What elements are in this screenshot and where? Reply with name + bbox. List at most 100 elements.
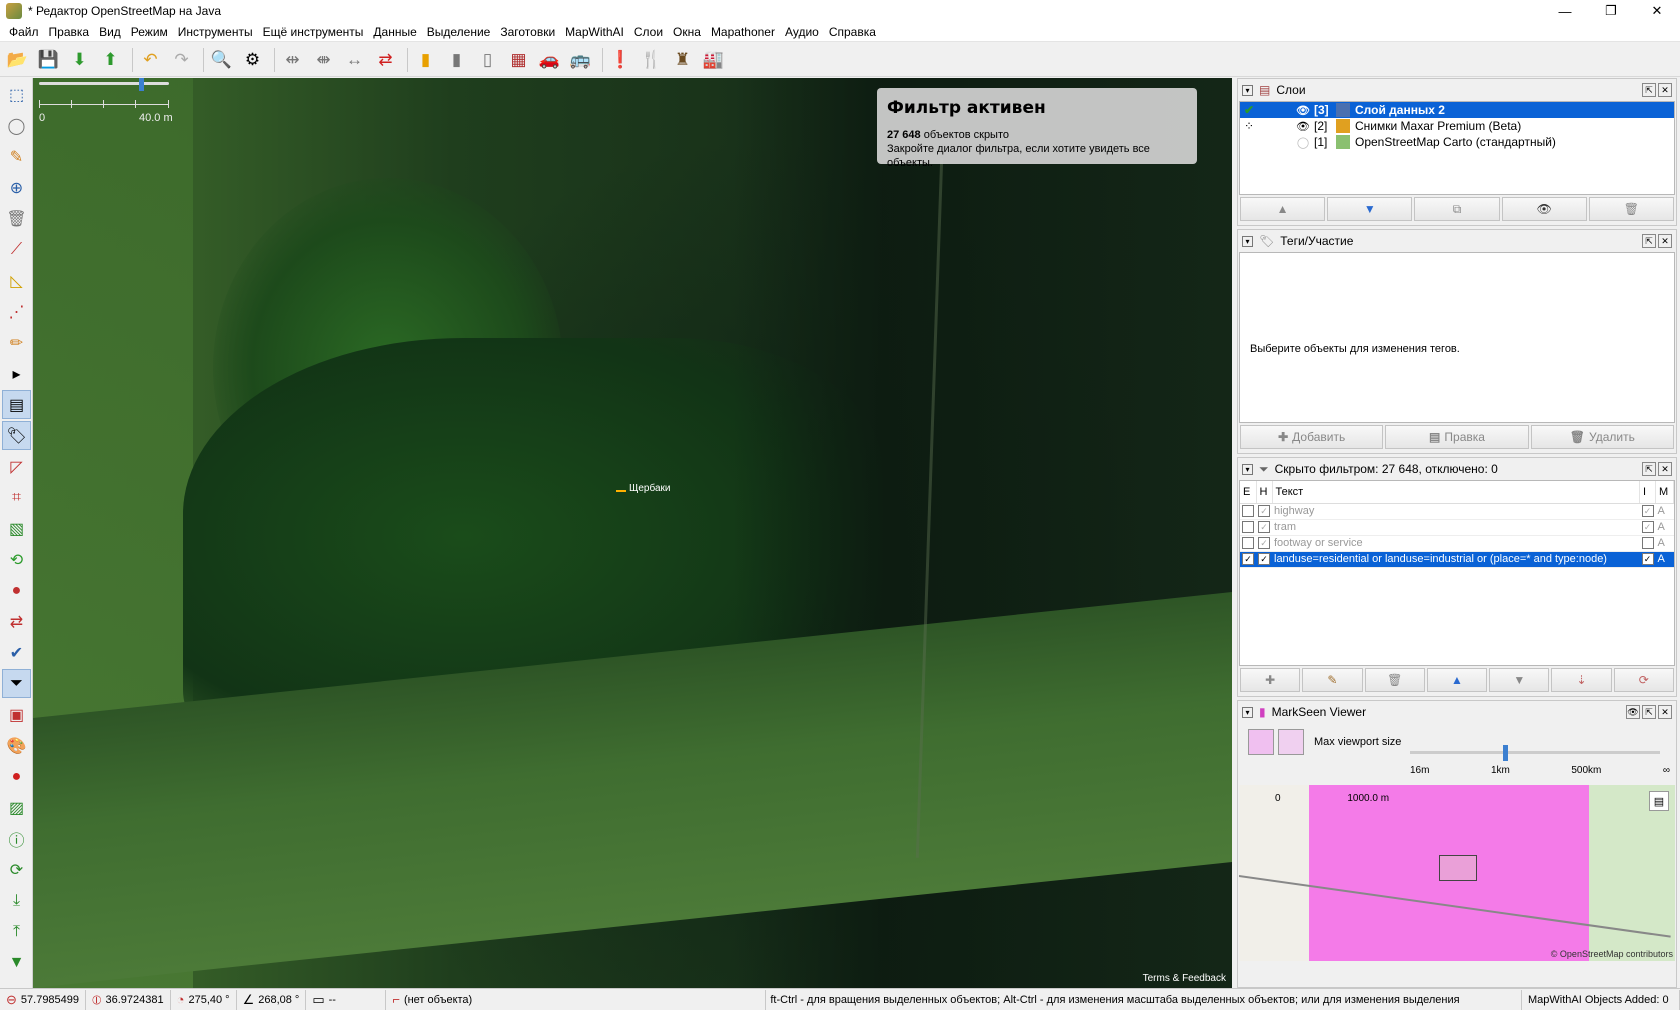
menu-help[interactable]: Справка: [824, 25, 881, 39]
inverted-checkbox[interactable]: ✓: [1641, 553, 1654, 566]
layers-icon[interactable]: ▤: [2, 390, 31, 419]
move-up-icon[interactable]: ▲: [1426, 668, 1488, 692]
group-icon[interactable]: ●: [2, 576, 31, 605]
col-mode[interactable]: M: [1655, 481, 1674, 504]
close-button[interactable]: ✕: [1634, 0, 1680, 22]
minimap-layers-icon[interactable]: ▤: [1649, 791, 1669, 811]
sync-icon[interactable]: ⟲: [2, 545, 31, 574]
reverse-icon[interactable]: ⇄: [372, 46, 399, 73]
download-icon[interactable]: ⬇: [66, 46, 93, 73]
edit-tag-button[interactable]: ▤ Правка: [1385, 425, 1529, 449]
col-text[interactable]: Текст: [1272, 481, 1640, 504]
close-icon[interactable]: ✕: [1658, 83, 1672, 97]
highway-icon[interactable]: ▮: [412, 46, 439, 73]
close-icon[interactable]: ✕: [1658, 234, 1672, 248]
detach-icon[interactable]: ⇱: [1642, 234, 1656, 248]
open-icon[interactable]: 📂: [4, 46, 31, 73]
redo-icon[interactable]: ↷: [168, 46, 195, 73]
road-icon[interactable]: ▮: [443, 46, 470, 73]
filter-icon[interactable]: ⏷: [2, 669, 31, 698]
more-icon[interactable]: ▸: [2, 359, 31, 388]
col-hiding[interactable]: H: [1256, 481, 1273, 504]
enabled-checkbox[interactable]: [1242, 521, 1254, 534]
filter-row[interactable]: ✓ highway ✓ A: [1240, 503, 1674, 520]
visibility-eye-icon[interactable]: 👁: [1626, 705, 1640, 719]
delete-icon[interactable]: 🗑: [1588, 197, 1675, 221]
zoom-icon[interactable]: 🔍: [208, 46, 235, 73]
reset-icon[interactable]: ⟳: [1613, 668, 1674, 692]
collapse-icon[interactable]: ▾: [1242, 235, 1253, 247]
image-icon[interactable]: ▨: [2, 793, 31, 822]
merge-icon[interactable]: ⧉: [1414, 197, 1500, 221]
max-viewport-slider[interactable]: [1410, 751, 1660, 754]
move-down-icon[interactable]: ▼: [1327, 197, 1413, 221]
visibility-eye-icon[interactable]: 👁: [1292, 104, 1314, 117]
pole-icon[interactable]: ▯: [474, 46, 501, 73]
measure-icon[interactable]: ◺: [2, 266, 31, 295]
factory-icon[interactable]: 🏭: [700, 46, 727, 73]
conflict-icon[interactable]: ⇄: [2, 607, 31, 636]
filter-row[interactable]: ✓ footway or service A: [1240, 535, 1674, 552]
close-icon[interactable]: ✕: [1658, 705, 1672, 719]
hiding-checkbox[interactable]: ✓: [1258, 553, 1270, 566]
minimize-button[interactable]: —: [1542, 0, 1588, 22]
add-filter-icon[interactable]: ✚: [1240, 668, 1301, 692]
menu-mapathoner[interactable]: Mapathoner: [706, 25, 780, 39]
preferences-icon[interactable]: ⚙: [239, 46, 266, 73]
menu-layers[interactable]: Слои: [629, 25, 668, 39]
detach-icon[interactable]: ⇱: [1642, 83, 1656, 97]
delete-icon[interactable]: 🗑: [2, 204, 31, 233]
menu-tools[interactable]: Инструменты: [173, 25, 258, 39]
menu-data[interactable]: Данные: [368, 25, 421, 39]
minimap-attribution[interactable]: © OpenStreetMap contributors: [1551, 949, 1673, 959]
clear-marks-icon[interactable]: [1278, 729, 1304, 755]
filter-row[interactable]: ✓ tram ✓ A: [1240, 519, 1674, 536]
tags-icon[interactable]: 🏷: [2, 421, 31, 450]
zoom-slider[interactable]: [39, 82, 169, 85]
undo-icon[interactable]: ↶: [137, 46, 164, 73]
add-tag-button[interactable]: ✚ Добавить: [1240, 425, 1384, 449]
improve-way-icon[interactable]: ⟋: [2, 235, 31, 264]
validate-icon[interactable]: ✔: [2, 638, 31, 667]
draw-icon[interactable]: ✎: [2, 142, 31, 171]
warning-icon[interactable]: ❗: [607, 46, 634, 73]
markseen-minimap[interactable]: 0 1000.0 m ▤ © OpenStreetMap contributor…: [1239, 785, 1675, 961]
restaurant-icon[interactable]: 🍴: [638, 46, 665, 73]
place-node[interactable]: Щербаки: [616, 483, 671, 494]
delete-filter-icon[interactable]: 🗑: [1364, 668, 1425, 692]
marker-icon[interactable]: ●: [2, 762, 31, 791]
save-icon[interactable]: 💾: [35, 46, 62, 73]
hiding-checkbox[interactable]: ✓: [1258, 521, 1270, 534]
map-attribution[interactable]: Terms & Feedback: [1143, 973, 1226, 984]
visibility-eye-icon[interactable]: 👁: [1292, 120, 1314, 133]
edit-filter-icon[interactable]: ✎: [1302, 668, 1363, 692]
maximize-button[interactable]: ❐: [1588, 0, 1634, 22]
close-icon[interactable]: ✕: [1658, 462, 1672, 476]
inverted-checkbox[interactable]: ✓: [1641, 505, 1654, 518]
move-down-icon[interactable]: ▼: [1489, 668, 1550, 692]
lasso-icon[interactable]: ◯: [2, 111, 31, 140]
record-toggle-icon[interactable]: [1248, 729, 1274, 755]
collapse-icon[interactable]: ▾: [1242, 706, 1253, 718]
sort-icon[interactable]: ⇣: [1551, 668, 1612, 692]
enabled-checkbox[interactable]: [1242, 537, 1254, 550]
menu-mode[interactable]: Режим: [126, 25, 173, 39]
inverted-checkbox[interactable]: ✓: [1641, 521, 1654, 534]
max-viewport-slider-thumb[interactable]: [1503, 745, 1508, 761]
zoom-icon[interactable]: ⊕: [2, 173, 31, 202]
menu-presets[interactable]: Заготовки: [495, 25, 560, 39]
menu-windows[interactable]: Окна: [668, 25, 706, 39]
paint-icon[interactable]: ✏: [2, 328, 31, 357]
menu-view[interactable]: Вид: [94, 25, 126, 39]
bus-icon[interactable]: 🚌: [567, 46, 594, 73]
menu-audio[interactable]: Аудио: [780, 25, 824, 39]
detach-icon[interactable]: ⇱: [1642, 462, 1656, 476]
enabled-checkbox[interactable]: [1242, 505, 1254, 518]
delete-tag-button[interactable]: 🗑 Удалить: [1530, 425, 1674, 449]
map-view[interactable]: 0 40.0 m Фильтр активен 27 648 объектов …: [33, 78, 1232, 988]
wall-icon[interactable]: ▦: [505, 46, 532, 73]
show-hide-icon[interactable]: 👁: [1501, 197, 1587, 221]
upload-icon[interactable]: ⤒: [2, 917, 31, 946]
car-icon[interactable]: 🚗: [536, 46, 563, 73]
split-way-icon[interactable]: ⋰: [2, 297, 31, 326]
